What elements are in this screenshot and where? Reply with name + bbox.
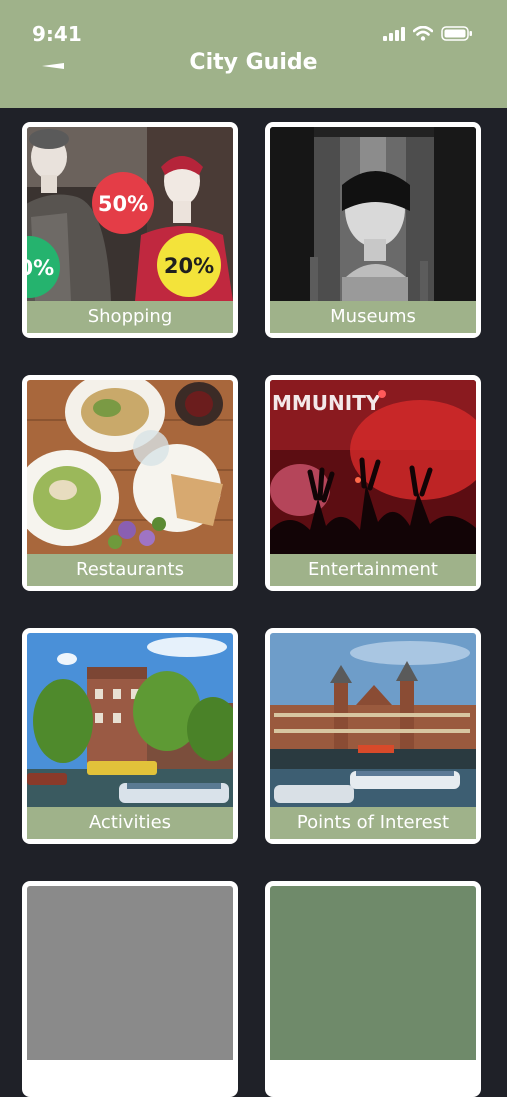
wifi-icon bbox=[413, 26, 433, 41]
tile-next-left[interactable] bbox=[22, 881, 238, 1097]
activities-image bbox=[27, 633, 233, 807]
next-left-image bbox=[27, 886, 233, 1060]
category-grid: 50% 20% 30% Shopping bbox=[0, 108, 507, 1097]
badge-50: 50% bbox=[98, 192, 148, 216]
entertainment-image: MMUNITY bbox=[270, 380, 476, 554]
next-right-image bbox=[270, 886, 476, 1060]
signal-icon bbox=[383, 26, 405, 41]
museums-image bbox=[270, 127, 476, 301]
tile-label: Shopping bbox=[27, 301, 233, 333]
battery-icon bbox=[441, 26, 472, 41]
restaurants-image bbox=[27, 380, 233, 554]
tile-label: Restaurants bbox=[27, 554, 233, 586]
tile-label: Museums bbox=[270, 301, 476, 333]
tile-label: Activities bbox=[27, 807, 233, 839]
shopping-image: 50% 20% 30% bbox=[27, 127, 233, 301]
points-of-interest-image bbox=[270, 633, 476, 807]
tile-shopping[interactable]: 50% 20% 30% Shopping bbox=[22, 122, 238, 338]
banner-text: MMUNITY bbox=[272, 391, 381, 415]
tile-restaurants[interactable]: Restaurants bbox=[22, 375, 238, 591]
app-header: 9:41 City Guide bbox=[0, 0, 507, 108]
status-icons bbox=[383, 26, 473, 41]
status-time: 9:41 bbox=[32, 22, 82, 46]
tile-activities[interactable]: Activities bbox=[22, 628, 238, 844]
tile-next-right[interactable] bbox=[265, 881, 481, 1097]
tile-points-of-interest[interactable]: Points of Interest bbox=[265, 628, 481, 844]
tile-label: Entertainment bbox=[270, 554, 476, 586]
tile-museums[interactable]: Museums bbox=[265, 122, 481, 338]
tile-entertainment[interactable]: MMUNITY Entertainment bbox=[265, 375, 481, 591]
page-title: City Guide bbox=[189, 50, 318, 75]
badge-20: 20% bbox=[164, 254, 214, 278]
tile-label: Points of Interest bbox=[270, 807, 476, 839]
badge-30: 30% bbox=[27, 256, 54, 280]
